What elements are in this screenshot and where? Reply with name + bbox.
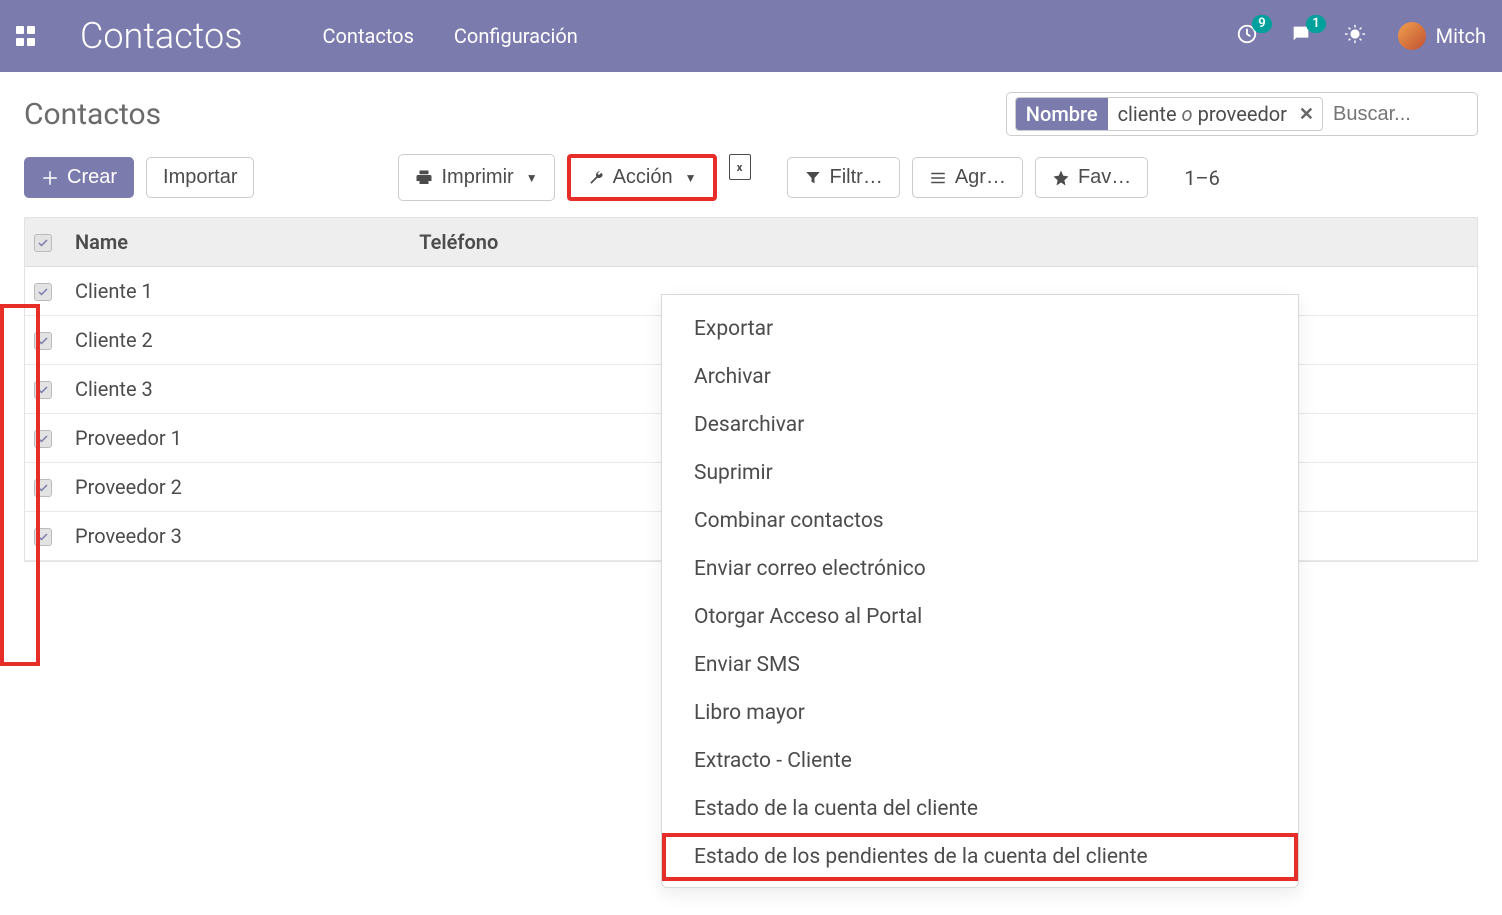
- toolbar-right: Filtr… Agr… Fav…: [787, 157, 1149, 198]
- messages-icon[interactable]: 1: [1290, 23, 1312, 49]
- action-menu-item[interactable]: Estado de los pendientes de la cuenta de…: [662, 833, 1298, 881]
- messages-badge: 1: [1306, 15, 1325, 33]
- cell-phone: [405, 365, 678, 414]
- wrench-icon: [587, 169, 605, 187]
- row-checkbox[interactable]: [34, 528, 52, 546]
- action-dropdown: ExportarArchivarDesarchivarSuprimirCombi…: [661, 294, 1299, 888]
- select-all-checkbox[interactable]: [34, 234, 52, 252]
- row-checkbox-cell: [25, 512, 61, 561]
- search-tag-field: Nombre: [1016, 98, 1108, 130]
- action-menu-item[interactable]: Desarchivar: [662, 401, 1298, 449]
- search-filter-tag: Nombre cliente o proveedor ✕: [1015, 97, 1323, 131]
- row-checkbox[interactable]: [34, 381, 52, 399]
- nav-menu-configuracion[interactable]: Configuración: [454, 24, 578, 48]
- action-menu-item[interactable]: Suprimir: [662, 449, 1298, 497]
- printer-icon: [415, 169, 433, 187]
- print-button[interactable]: Imprimir ▼: [398, 154, 554, 201]
- plus-icon: [41, 169, 59, 187]
- toolbar: Crear Importar Imprimir ▼ Acción ▼ x Fil…: [24, 154, 1478, 201]
- table-header-row: Name Teléfono: [25, 218, 1477, 267]
- nav-right: 9 1 Mitch: [1236, 22, 1486, 50]
- star-icon: [1052, 169, 1070, 187]
- cell-name: Cliente 3: [61, 365, 405, 414]
- cell-name: Proveedor 2: [61, 463, 405, 512]
- create-button[interactable]: Crear: [24, 157, 134, 198]
- pager[interactable]: 1–6: [1184, 166, 1220, 190]
- cell-name: Proveedor 3: [61, 512, 405, 561]
- action-menu-item[interactable]: Combinar contactos: [662, 497, 1298, 545]
- content-area: Contactos Nombre cliente o proveedor ✕ C…: [0, 72, 1502, 562]
- row-checkbox[interactable]: [34, 430, 52, 448]
- search-input[interactable]: [1329, 99, 1469, 130]
- user-menu[interactable]: Mitch: [1398, 22, 1486, 50]
- col-phone[interactable]: Teléfono: [405, 218, 678, 267]
- search-box[interactable]: Nombre cliente o proveedor ✕: [1006, 92, 1478, 136]
- col-name[interactable]: Name: [61, 218, 405, 267]
- row-checkbox-cell: [25, 365, 61, 414]
- action-menu-item[interactable]: Libro mayor: [662, 689, 1298, 737]
- row-checkbox[interactable]: [34, 283, 52, 301]
- debug-icon[interactable]: [1344, 23, 1366, 49]
- row-checkbox-cell: [25, 414, 61, 463]
- cell-phone: [405, 316, 678, 365]
- export-xlsx-icon[interactable]: x: [729, 154, 751, 180]
- action-menu-item[interactable]: Extracto - Cliente: [662, 737, 1298, 785]
- row-checkbox[interactable]: [34, 332, 52, 350]
- group-by-button[interactable]: Agr…: [912, 157, 1023, 198]
- cell-name: Cliente 2: [61, 316, 405, 365]
- row-checkbox-cell: [25, 463, 61, 512]
- close-icon[interactable]: ✕: [1297, 104, 1322, 125]
- cell-phone: [405, 512, 678, 561]
- action-menu-item[interactable]: Estado de la cuenta del cliente: [662, 785, 1298, 833]
- toolbar-mid: Imprimir ▼ Acción ▼ x: [398, 154, 750, 201]
- import-button[interactable]: Importar: [146, 157, 254, 198]
- list-icon: [929, 169, 947, 187]
- cell-name: Cliente 1: [61, 267, 405, 316]
- apps-icon[interactable]: [16, 26, 36, 46]
- action-menu-item[interactable]: Exportar: [662, 305, 1298, 353]
- breadcrumb-row: Contactos Nombre cliente o proveedor ✕: [24, 92, 1478, 136]
- search-tag-value: cliente o proveedor: [1108, 98, 1297, 130]
- cell-name: Proveedor 1: [61, 414, 405, 463]
- activity-badge: 9: [1252, 15, 1271, 33]
- nav-menu-contactos[interactable]: Contactos: [322, 24, 413, 48]
- action-menu-item[interactable]: Enviar SMS: [662, 641, 1298, 689]
- row-checkbox-cell: [25, 267, 61, 316]
- row-checkbox-cell: [25, 316, 61, 365]
- cell-phone: [405, 463, 678, 512]
- action-button[interactable]: Acción ▼: [567, 154, 717, 201]
- nav-menu: Contactos Configuración: [322, 24, 577, 48]
- funnel-icon: [804, 169, 822, 187]
- chevron-down-icon: ▼: [685, 171, 697, 185]
- action-menu-item[interactable]: Enviar correo electrónico: [662, 545, 1298, 593]
- top-navbar: Contactos Contactos Configuración 9 1 Mi…: [0, 0, 1502, 72]
- chevron-down-icon: ▼: [526, 171, 538, 185]
- user-name: Mitch: [1436, 24, 1486, 48]
- cell-phone: [405, 414, 678, 463]
- page-title: Contactos: [24, 97, 161, 132]
- row-checkbox[interactable]: [34, 479, 52, 497]
- favorites-button[interactable]: Fav…: [1035, 157, 1148, 198]
- activity-icon[interactable]: 9: [1236, 23, 1258, 49]
- cell-phone: [405, 267, 678, 316]
- action-menu-item[interactable]: Archivar: [662, 353, 1298, 401]
- avatar: [1398, 22, 1426, 50]
- action-menu-item[interactable]: Otorgar Acceso al Portal: [662, 593, 1298, 641]
- app-title: Contactos: [80, 15, 242, 57]
- filters-button[interactable]: Filtr…: [787, 157, 900, 198]
- select-all-cell: [25, 218, 61, 267]
